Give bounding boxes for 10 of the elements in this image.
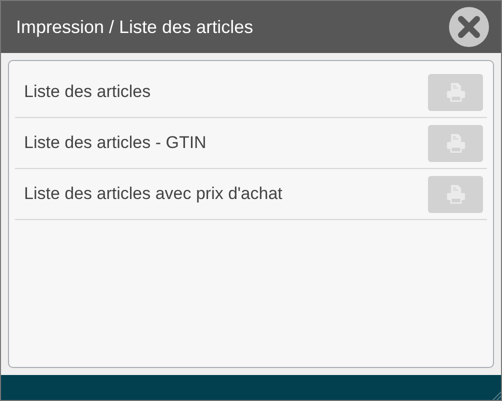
window-title: Impression / Liste des articles	[16, 16, 254, 39]
report-name: Liste des articles - GTIN	[24, 132, 206, 154]
close-button[interactable]	[449, 7, 489, 47]
report-name: Liste des articles avec prix d'achat	[24, 183, 282, 206]
printer-icon	[444, 183, 466, 205]
close-icon	[457, 15, 481, 39]
printer-icon	[444, 81, 466, 103]
printer-icon	[444, 132, 466, 154]
report-name: Liste des articles	[24, 81, 151, 104]
resize-grip-icon	[491, 390, 501, 400]
